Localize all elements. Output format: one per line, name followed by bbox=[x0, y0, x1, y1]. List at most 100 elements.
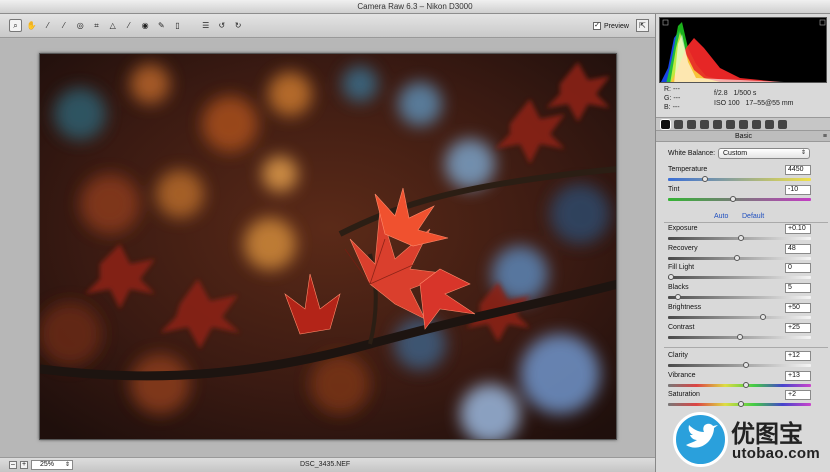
tab-split-toning-icon[interactable] bbox=[713, 120, 722, 129]
brightness-slider[interactable]: Brightness +50 bbox=[668, 303, 812, 323]
tab-tone-curve-icon[interactable] bbox=[674, 120, 683, 129]
contrast-thumb[interactable] bbox=[736, 334, 743, 340]
crop-icon: ⌗ bbox=[94, 21, 99, 30]
crop-tool[interactable]: ⌗ bbox=[90, 19, 103, 32]
tab-camera-calibration-icon[interactable] bbox=[752, 120, 761, 129]
tint-track[interactable] bbox=[668, 198, 811, 201]
clarity-thumb[interactable] bbox=[743, 362, 750, 368]
temperature-thumb[interactable] bbox=[702, 176, 709, 182]
tab-detail-icon[interactable] bbox=[687, 120, 696, 129]
histogram-graph bbox=[661, 19, 826, 82]
recovery-label: Recovery bbox=[668, 245, 698, 252]
panel-tabs bbox=[656, 117, 830, 131]
saturation-thumb[interactable] bbox=[737, 401, 744, 407]
fill-light-track[interactable] bbox=[668, 276, 811, 279]
exposure-thumb[interactable] bbox=[737, 235, 744, 241]
color-sampler-tool[interactable]: ⁄ bbox=[58, 19, 71, 32]
exposure-value-field[interactable]: +0.10 bbox=[785, 224, 811, 234]
chevron-updown-icon: ⇕ bbox=[800, 150, 806, 156]
recovery-slider[interactable]: Recovery 48 bbox=[668, 244, 812, 264]
default-link[interactable]: Default bbox=[742, 213, 764, 220]
white-balance-select[interactable]: Custom ⇕ bbox=[718, 148, 810, 159]
vibrance-label: Vibrance bbox=[668, 372, 696, 379]
shutter-value: 1/500 s bbox=[733, 90, 757, 97]
recovery-thumb[interactable] bbox=[733, 255, 740, 261]
fill-light-slider[interactable]: Fill Light 0 bbox=[668, 263, 812, 283]
tint-slider[interactable]: Tint -10 bbox=[668, 185, 812, 205]
tab-hsl-icon[interactable] bbox=[700, 120, 709, 129]
watermark-text: 优图宝 bbox=[731, 420, 803, 448]
brightness-value-field[interactable]: +50 bbox=[785, 303, 811, 313]
zoom-in-button[interactable]: + bbox=[20, 461, 28, 469]
fullscreen-mode-button[interactable]: ⇱ bbox=[636, 19, 649, 32]
zoom-level-select[interactable]: 25% ⇕ bbox=[31, 460, 73, 470]
adjustment-brush-tool[interactable]: ✎ bbox=[155, 19, 168, 32]
blacks-slider[interactable]: Blacks 5 bbox=[668, 283, 812, 303]
file-name: DSC_3435.NEF bbox=[300, 461, 351, 468]
tab-basic-icon[interactable] bbox=[661, 120, 670, 129]
white-balance-tool[interactable]: ⁄ bbox=[41, 19, 54, 32]
rotate-left-icon: ↺ bbox=[218, 21, 226, 30]
targeted-adjustment-icon: ◎ bbox=[76, 21, 84, 30]
temperature-slider[interactable]: Temperature 4450 bbox=[668, 165, 812, 185]
temperature-value-field[interactable]: 4450 bbox=[785, 165, 811, 175]
hand-tool[interactable]: ✋ bbox=[25, 19, 38, 32]
saturation-value-field[interactable]: +2 bbox=[785, 390, 811, 400]
vibrance-slider[interactable]: Vibrance +13 bbox=[668, 371, 812, 391]
tab-effects-icon[interactable] bbox=[739, 120, 748, 129]
temperature-track[interactable] bbox=[668, 178, 811, 181]
contrast-value-field[interactable]: +25 bbox=[785, 323, 811, 333]
rotate-right-tool[interactable]: ↻ bbox=[232, 19, 245, 32]
blacks-track[interactable] bbox=[668, 296, 811, 299]
brightness-thumb[interactable] bbox=[759, 314, 766, 320]
targeted-adjustment-tool[interactable]: ◎ bbox=[74, 19, 87, 32]
exposure-slider[interactable]: Exposure +0.10 bbox=[668, 224, 812, 244]
tint-thumb[interactable] bbox=[729, 196, 736, 202]
zoom-out-button[interactable]: – bbox=[9, 461, 17, 469]
auto-link[interactable]: Auto bbox=[714, 213, 728, 220]
preferences-icon: ☰ bbox=[202, 21, 210, 30]
vibrance-thumb[interactable] bbox=[743, 382, 750, 388]
preview-toggle[interactable]: ✓ Preview bbox=[593, 20, 629, 32]
tab-presets-icon[interactable] bbox=[765, 120, 774, 129]
blacks-thumb[interactable] bbox=[674, 294, 681, 300]
fill-light-value-field[interactable]: 0 bbox=[785, 263, 811, 273]
straighten-icon: △ bbox=[109, 21, 116, 30]
graduated-filter-icon: ▯ bbox=[175, 21, 180, 30]
panel-menu-icon[interactable]: ≡ bbox=[823, 131, 827, 142]
white-balance-value: Custom bbox=[723, 150, 748, 157]
tab-lens-corrections-icon[interactable] bbox=[726, 120, 735, 129]
brightness-track[interactable] bbox=[668, 316, 811, 319]
saturation-slider[interactable]: Saturation +2 bbox=[668, 390, 812, 410]
contrast-slider[interactable]: Contrast +25 bbox=[668, 323, 812, 343]
zoom-level-value: 25% bbox=[40, 461, 55, 468]
fill-light-thumb[interactable] bbox=[668, 274, 674, 280]
window-title: Camera Raw 6.3 – Nikon D3000 bbox=[0, 0, 830, 14]
green-label: G: bbox=[664, 95, 672, 102]
straighten-tool[interactable]: △ bbox=[106, 19, 119, 32]
contrast-label: Contrast bbox=[668, 324, 695, 331]
clarity-slider[interactable]: Clarity +12 bbox=[668, 351, 812, 371]
red-value: --- bbox=[672, 86, 680, 93]
vibrance-value-field[interactable]: +13 bbox=[785, 371, 811, 381]
white-balance-icon: ⁄ bbox=[47, 21, 49, 30]
zoom-tool[interactable]: ⌕ bbox=[9, 19, 22, 32]
photo-preview bbox=[39, 53, 617, 440]
spot-removal-tool[interactable]: ⁄ bbox=[122, 19, 135, 32]
blacks-value-field[interactable]: 5 bbox=[785, 283, 811, 293]
white-balance-label: White Balance: bbox=[668, 150, 716, 157]
adjustments-panel: R: --- G: --- B: --- f/2.8 1/500 s ISO 1… bbox=[655, 14, 830, 472]
preview-checkbox[interactable]: ✓ bbox=[593, 22, 601, 30]
preferences-tool[interactable]: ☰ bbox=[199, 19, 212, 32]
tab-snapshots-icon[interactable] bbox=[778, 120, 787, 129]
clarity-track[interactable] bbox=[668, 364, 811, 367]
red-eye-tool[interactable]: ◉ bbox=[139, 19, 152, 32]
graduated-filter-tool[interactable]: ▯ bbox=[171, 19, 184, 32]
vibrance-track[interactable] bbox=[668, 384, 811, 387]
rotate-left-tool[interactable]: ↺ bbox=[215, 19, 228, 32]
recovery-value-field[interactable]: 48 bbox=[785, 244, 811, 254]
blue-value: --- bbox=[672, 104, 680, 111]
clarity-value-field[interactable]: +12 bbox=[785, 351, 811, 361]
pixel-readout: R: --- G: --- B: --- f/2.8 1/500 s ISO 1… bbox=[664, 86, 824, 116]
tint-value-field[interactable]: -10 bbox=[785, 185, 811, 195]
